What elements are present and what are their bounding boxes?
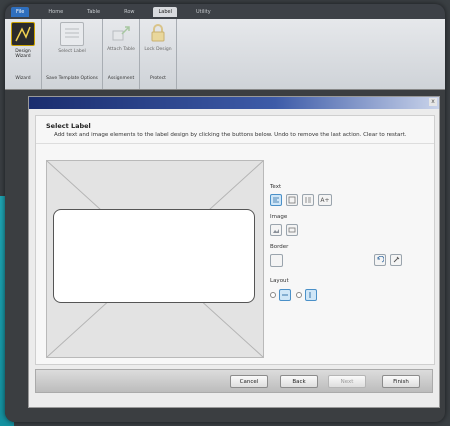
instructions-text: Add text and image elements to the label… xyxy=(54,132,407,138)
tab-home[interactable]: Home xyxy=(43,7,68,17)
border-section-label: Border xyxy=(270,244,289,250)
text-block-icon[interactable] xyxy=(286,194,298,206)
tab-row[interactable]: Row xyxy=(119,7,139,17)
layout-horizontal-icon[interactable] xyxy=(279,289,291,301)
ribbon-tab-bar: File Home Table Row Label Utility xyxy=(5,4,445,19)
label-shape[interactable] xyxy=(53,209,255,303)
ribbon-group-assignment: Attach Table Assignment xyxy=(103,19,140,89)
text-align-left-icon[interactable] xyxy=(270,194,282,206)
lock-icon xyxy=(147,22,169,44)
dialog-footer: Cancel Back Next Finish xyxy=(35,369,433,393)
layout-section-label: Layout xyxy=(270,278,289,284)
label-preview-canvas[interactable] xyxy=(46,160,264,358)
design-controls: Text A+ Image Border Layout xyxy=(264,160,424,356)
layout-vertical-radio[interactable] xyxy=(296,292,302,298)
clear-icon[interactable] xyxy=(390,254,402,266)
lock-design-button[interactable]: Lock Design xyxy=(143,22,173,76)
label-sheet-icon xyxy=(60,22,84,46)
cancel-button[interactable]: Cancel xyxy=(230,375,268,388)
next-button[interactable]: Next xyxy=(328,375,366,388)
image-frame-icon[interactable] xyxy=(286,224,298,236)
ribbon-group-save-template: Select Label Save Template Options xyxy=(42,19,103,89)
design-wizard-label: Design Wizard xyxy=(15,49,31,59)
tab-file[interactable]: File xyxy=(11,6,30,17)
ribbon: Design Wizard Wizard Select Label Save T… xyxy=(5,19,445,90)
text-fit-icon[interactable]: A+ xyxy=(318,194,332,206)
layout-horizontal-radio[interactable] xyxy=(270,292,276,298)
ribbon-group-protect: Lock Design Protect xyxy=(140,19,177,89)
ribbon-group-label: Assignment xyxy=(107,76,135,81)
attach-table-icon xyxy=(110,22,132,44)
finish-button[interactable]: Finish xyxy=(382,375,420,388)
dialog-content-panel: Select Label Add text and image elements… xyxy=(35,115,435,365)
wizard-icon xyxy=(11,22,35,46)
ribbon-group-label: Save Template Options xyxy=(46,76,98,81)
dialog-header: Select Label Add text and image elements… xyxy=(36,116,434,144)
ribbon-group-label: Wizard xyxy=(15,76,31,81)
back-button[interactable]: Back xyxy=(280,375,318,388)
attach-table-label: Attach Table xyxy=(107,47,135,52)
close-icon[interactable]: x xyxy=(429,98,437,106)
select-label-dialog: x Select Label Add text and image elemen… xyxy=(28,96,440,408)
design-wizard-button[interactable]: Design Wizard xyxy=(8,22,38,76)
image-picture-icon[interactable] xyxy=(270,224,282,236)
border-toggle-icon[interactable] xyxy=(270,254,283,267)
tab-label[interactable]: Label xyxy=(153,6,177,17)
text-column-icon[interactable] xyxy=(302,194,314,206)
dialog-titlebar: x xyxy=(29,97,439,109)
layout-vertical-icon[interactable] xyxy=(305,289,317,301)
text-section-label: Text xyxy=(270,184,282,190)
undo-icon[interactable] xyxy=(374,254,386,266)
image-section-label: Image xyxy=(270,214,288,220)
ribbon-group-label: Protect xyxy=(150,76,166,81)
tab-utility[interactable]: Utility xyxy=(191,7,216,17)
attach-table-button[interactable]: Attach Table xyxy=(106,22,136,76)
select-label-text: Select Label xyxy=(58,49,86,54)
page-title: Select Label xyxy=(46,122,91,130)
tab-table[interactable]: Table xyxy=(82,7,105,17)
ribbon-group-wizard: Design Wizard Wizard xyxy=(5,19,42,89)
select-label-button[interactable]: Select Label xyxy=(57,22,87,76)
lock-design-label: Lock Design xyxy=(144,47,172,52)
